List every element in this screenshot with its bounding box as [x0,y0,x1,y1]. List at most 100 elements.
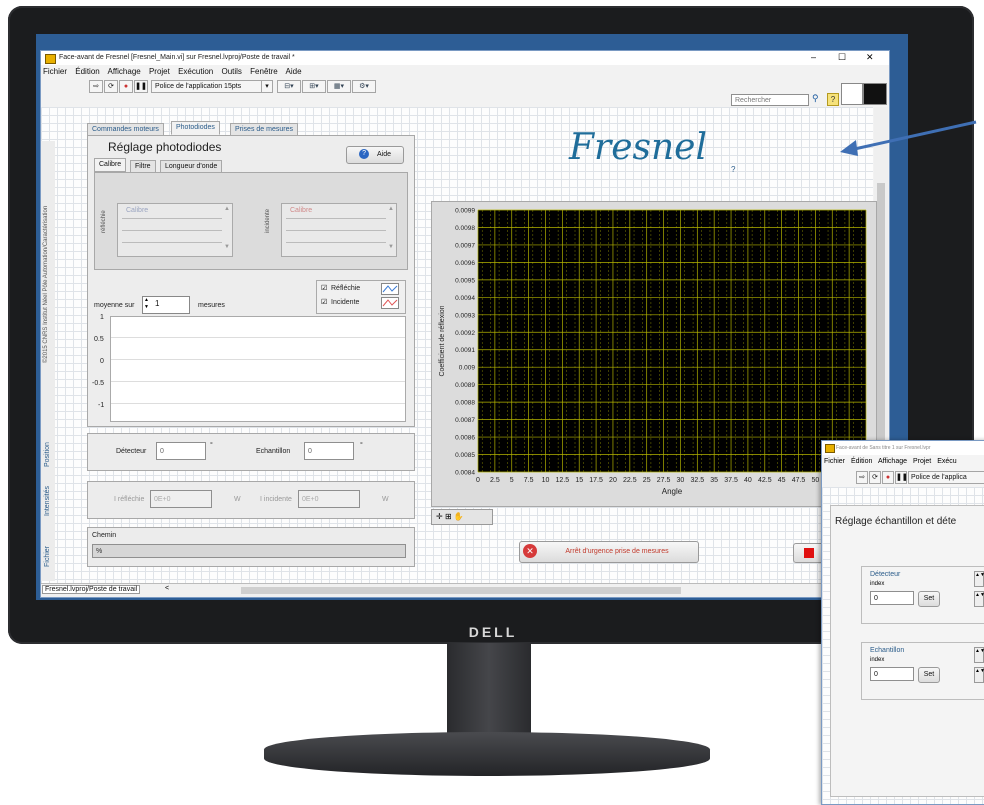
y-tick-label: 0.0088 [455,400,475,407]
legend-reflechie-checkbox[interactable]: ☑ [321,284,327,292]
menu-execution[interactable]: Exécution [178,67,213,76]
labview-app-icon [45,54,56,64]
horizontal-scrollbar[interactable] [241,587,681,594]
w2-abort-icon[interactable]: ● [882,471,894,484]
vi-icon-fresnel [863,83,887,105]
window2-main-panel: Réglage échantillon et déte Détecteur in… [830,505,984,797]
x-tick-label: 10 [542,477,550,484]
w2-menu-projet[interactable]: Projet [913,458,931,465]
w2-run-continuous-icon[interactable]: ⟳ [869,471,881,484]
w2-detecteur-spin2-icon[interactable]: ▲▼ [974,591,984,607]
search-icon[interactable]: ⚲ [812,93,819,104]
y-tick-label: 0.0091 [455,347,475,354]
menu-outils[interactable]: Outils [221,67,241,76]
w2-font-select[interactable]: Police de l'applica [908,471,984,484]
emergency-stop-button[interactable]: ✕ Arrêt d'urgence prise de mesures [519,541,699,563]
subtab-calibre[interactable]: Calibre [94,158,127,172]
minimize-button[interactable]: – [811,52,816,62]
w2-echantillon-set-button[interactable]: Set [918,667,940,683]
y-tick-0: 0 [100,358,104,365]
section-position-label: Position [44,442,51,467]
vi-icon-blank [841,83,863,105]
close-button[interactable]: ✕ [866,52,874,63]
average-numeric-control[interactable]: ▲ ▼ 1 [142,296,190,314]
y-tick-label: 0.0085 [455,452,475,459]
x-tick-label: 42.5 [758,477,772,484]
resize-objects-icon[interactable]: ▦▾ [327,80,351,93]
reorder-icon[interactable]: ⚙▾ [352,80,376,93]
x-tick-label: 32.5 [690,477,704,484]
cursor-move-icon[interactable]: ✛ [436,512,443,521]
window2-front-panel: Réglage échantillon et déte Détecteur in… [822,487,984,804]
photodiodes-tab-panel: Réglage photodiodes ? Aide Calibre Filtr… [87,135,415,427]
calibre-list-incidente[interactable]: Calibre ▲ ▼ [281,203,397,257]
x-tick-label: 45 [778,477,786,484]
average-unit-label: mesures [198,302,225,309]
menu-projet[interactable]: Projet [149,67,170,76]
w2-echantillon-spin2-icon[interactable]: ▲▼ [974,667,984,683]
list-scroll-up-icon[interactable]: ▲ [224,206,230,212]
tab-photodiodes[interactable]: Photodiodes [171,121,220,135]
w2-run-arrow-icon[interactable]: ⇨ [856,471,868,484]
echantillon-indicator: 0 [304,442,354,460]
pan-hand-icon[interactable]: ✋ [454,512,464,521]
menu-fichier[interactable]: Fichier [43,67,67,76]
calibre-subpanel: réfléchie Calibre ▲ ▼ incidente Calibre … [94,172,408,270]
menu-fenetre[interactable]: Fenêtre [250,67,278,76]
w2-menu-edition[interactable]: Édition [851,458,872,465]
w2-echantillon-index-label: index [870,657,885,663]
status-bar: Fresnel.lvproj/Poste de travail < [41,583,889,597]
second-labview-window: Face-avant de Sans titre 1 sur Fresnel.l… [821,440,984,805]
project-path[interactable]: Fresnel.lvproj/Poste de travail [42,585,141,594]
pause-icon[interactable]: ❚❚ [134,80,148,93]
reflechie-axis-label: réfléchie [101,210,107,233]
w2-detecteur-index-input[interactable]: 0 [870,591,914,605]
plot-area [478,210,866,472]
font-dropdown-chevron-icon[interactable]: ▾ [261,80,273,93]
maximize-button[interactable]: ☐ [838,52,846,63]
increment-icon[interactable]: ▲ ▼ [144,297,149,311]
run-continuous-icon[interactable]: ⟳ [104,80,118,93]
w2-menu-affichage[interactable]: Affichage [878,458,907,465]
legend-incidente-checkbox[interactable]: ☑ [321,298,327,306]
emergency-stop-label: Arrêt d'urgence prise de mesures [565,548,669,555]
calibre-list-reflechie[interactable]: Calibre ▲ ▼ [117,203,233,257]
help-button[interactable]: ? Aide [346,146,404,164]
annotation-arrow [840,120,977,156]
menu-edition[interactable]: Édition [75,67,99,76]
zoom-icon[interactable]: ⊞ [445,512,452,521]
w2-menu-execution[interactable]: Exécu [937,458,956,465]
reflection-coefficient-chart[interactable]: 0 2.5 5 7.5 10 12.5 15 17.5 20 22.5 25 27.5 30 32.5 35… [432,202,876,506]
w2-menu-fichier[interactable]: Fichier [824,458,845,465]
align-objects-icon[interactable]: ⊟▾ [277,80,301,93]
detecteur-indicator: 0 [156,442,206,460]
y-tick-label: 0.009 [459,365,476,372]
w2-detecteur-label: Détecteur [870,571,901,578]
distribute-objects-icon[interactable]: ⊞▾ [302,80,326,93]
list-scroll-down-icon[interactable]: ▼ [224,244,230,250]
run-arrow-icon[interactable]: ⇨ [89,80,103,93]
menu-affichage[interactable]: Affichage [108,67,141,76]
y-tick-label: 0.0095 [455,277,475,284]
w2-echantillon-index-input[interactable]: 0 [870,667,914,681]
abort-icon[interactable]: ● [119,80,133,93]
w2-detecteur-spin-icon[interactable]: ▲▼ [974,571,984,587]
w2-detecteur-group: Détecteur index 0 Set ▲▼ ▲▼ [861,566,984,624]
font-select[interactable]: Police de l'application 15pts [151,80,264,93]
list-scroll-down-icon[interactable]: ▼ [388,244,394,250]
w2-echantillon-spin-icon[interactable]: ▲▼ [974,647,984,663]
menu-aide[interactable]: Aide [286,67,302,76]
monitor-stand-base [264,732,710,776]
photodiode-waveform-chart[interactable] [110,316,406,422]
w2-detecteur-set-button[interactable]: Set [918,591,940,607]
help-context-icon[interactable]: ? [827,93,839,106]
average-value[interactable]: 1 [155,299,159,308]
legend-incidente-line-icon [381,297,399,309]
list-scroll-up-icon[interactable]: ▲ [388,206,394,212]
scroll-left-arrow-icon[interactable]: < [165,585,169,592]
search-input[interactable]: Rechercher [731,94,809,106]
graph-palette[interactable]: ✛ ⊞ ✋ [431,509,493,525]
x-tick-label: 22.5 [623,477,637,484]
w2-pause-icon[interactable]: ❚❚ [895,471,908,484]
reflection-chart-frame: 0 2.5 5 7.5 10 12.5 15 17.5 20 22.5 25 27.5 30 32.5 35… [431,201,877,507]
